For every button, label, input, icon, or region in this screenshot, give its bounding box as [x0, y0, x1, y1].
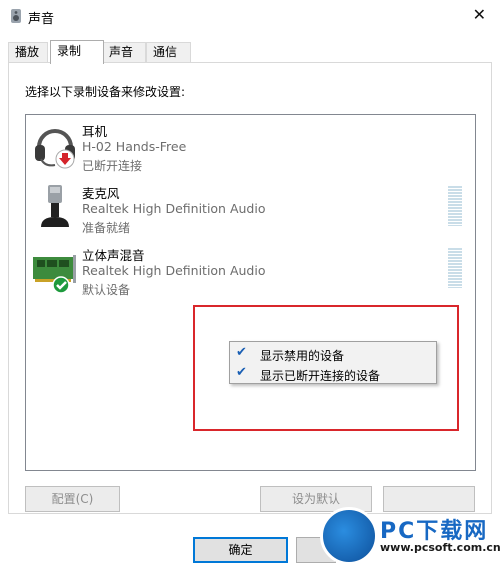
device-name: 麦克风 [82, 186, 120, 201]
recording-panel: 选择以下录制设备来修改设置: 耳机 H-02 Hands-Free 已断开连接 [8, 62, 492, 514]
ok-button[interactable]: 确定 [193, 537, 288, 563]
device-status: 已断开连接 [82, 159, 143, 173]
microphone-icon [41, 185, 69, 227]
globe-logo-icon [320, 507, 378, 565]
watermark-url: www.pcsoft.com.cn [380, 541, 500, 554]
configure-button[interactable]: 配置(C) [25, 486, 120, 512]
device-description: Realtek High Definition Audio [82, 201, 266, 216]
device-name: 耳机 [82, 124, 108, 139]
speaker-icon [11, 9, 21, 23]
sound-card-icon [33, 255, 76, 293]
watermark: PC下载网 www.pcsoft.com.cn [316, 505, 500, 572]
window-title: 声音 [28, 12, 55, 27]
device-status: 默认设备 [82, 283, 131, 297]
highlight-box [193, 305, 459, 431]
close-button[interactable]: ✕ [473, 5, 486, 24]
headset-icon [35, 129, 75, 169]
device-name: 立体声混音 [82, 248, 145, 263]
instruction-text: 选择以下录制设备来修改设置: [25, 85, 186, 99]
tab-communications[interactable]: 通信 [146, 42, 191, 63]
device-description: H-02 Hands-Free [82, 139, 187, 154]
device-stereo-mix[interactable]: 立体声混音 Realtek High Definition Audio 默认设备 [26, 243, 474, 303]
device-status: 准备就绪 [82, 221, 131, 235]
device-description: Realtek High Definition Audio [82, 263, 266, 278]
tab-recording[interactable]: 录制 [50, 40, 104, 64]
title-bar: 声音 ✕ [0, 0, 500, 32]
tab-playback[interactable]: 播放 [8, 42, 48, 63]
device-headset[interactable]: 耳机 H-02 Hands-Free 已断开连接 [26, 119, 474, 179]
level-meter [448, 248, 462, 288]
tab-sounds[interactable]: 声音 [102, 42, 146, 63]
level-meter [448, 186, 462, 226]
device-microphone[interactable]: 麦克风 Realtek High Definition Audio 准备就绪 [26, 181, 474, 241]
